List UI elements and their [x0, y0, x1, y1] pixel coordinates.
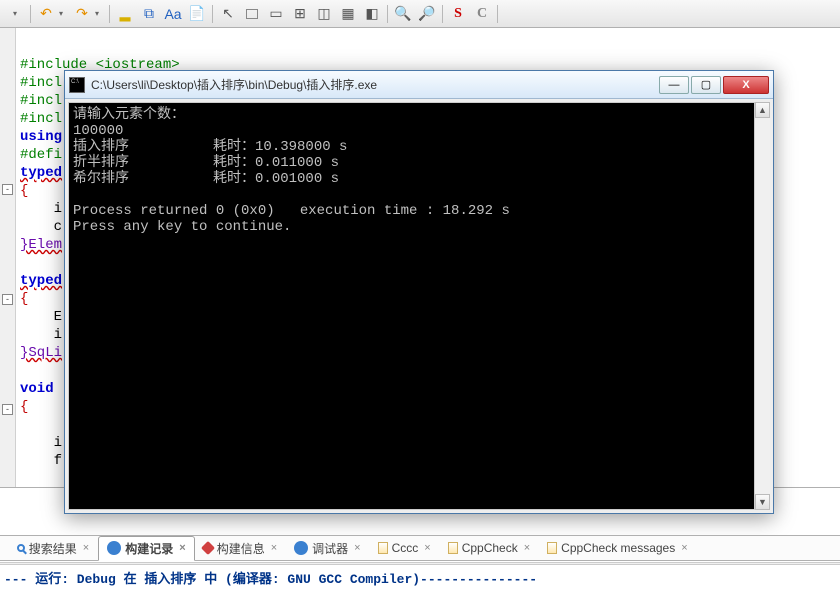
tab-构建记录[interactable]: 构建记录 ×: [98, 536, 194, 561]
tab-CppCheck[interactable]: CppCheck ×: [440, 538, 539, 558]
build-log-line: --- 运行: Debug 在 插入排序 中 (编译器: GNU GCC Com…: [0, 568, 840, 587]
close-button[interactable]: X: [723, 76, 769, 94]
paste-icon[interactable]: 📄: [186, 3, 208, 25]
tab-label: CppCheck messages: [561, 541, 675, 555]
main-toolbar: ▾ ↶ ▾ ↷ ▾ ▂ ⧉ Aa 📄 ↖ ▭ ⊞ ◫ ▦ ◧ 🔍 🔎 S C: [0, 0, 840, 28]
document-icon: [448, 542, 458, 554]
tab-label: 构建信息: [217, 540, 265, 557]
s-button[interactable]: S: [447, 3, 469, 25]
tab-label: CppCheck: [462, 541, 518, 555]
zoom-out-icon[interactable]: 🔎: [416, 3, 438, 25]
fold-toggle-icon[interactable]: -: [2, 294, 13, 305]
dropdown-toggle-icon[interactable]: ▾: [4, 3, 26, 25]
cursor-icon[interactable]: ↖: [217, 3, 239, 25]
tab-CppCheck messages[interactable]: CppCheck messages ×: [539, 538, 697, 558]
console-titlebar[interactable]: C:\Users\li\Desktop\插入排序\bin\Debug\插入排序.…: [65, 71, 773, 99]
console-app-icon: [69, 77, 85, 93]
separator: [109, 5, 110, 23]
tab-label: 调试器: [312, 540, 348, 557]
maximize-button[interactable]: ▢: [691, 76, 721, 94]
copy-icon[interactable]: ⧉: [138, 3, 160, 25]
split-icon[interactable]: ◧: [361, 3, 383, 25]
scroll-down-icon[interactable]: ▼: [755, 494, 770, 510]
grid-icon[interactable]: ▦: [337, 3, 359, 25]
tab-Cccc[interactable]: Cccc ×: [370, 538, 440, 558]
tab-close-icon[interactable]: ×: [354, 542, 360, 554]
rect-icon[interactable]: ▭: [265, 3, 287, 25]
tab-label: Cccc: [392, 541, 419, 555]
separator: [30, 5, 31, 23]
tab-close-icon[interactable]: ×: [524, 542, 530, 554]
document-icon: [547, 542, 557, 554]
c-button[interactable]: C: [471, 3, 493, 25]
separator: [497, 5, 498, 23]
tab-label: 搜索结果: [29, 540, 77, 557]
panes-icon[interactable]: ◫: [313, 3, 335, 25]
tab-构建信息[interactable]: 构建信息 ×: [195, 537, 286, 560]
diamond-icon: [201, 541, 215, 555]
fold-toggle-icon[interactable]: -: [2, 184, 13, 195]
tab-label: 构建记录: [125, 540, 173, 557]
fold-toggle-icon[interactable]: -: [2, 404, 13, 415]
tab-搜索结果[interactable]: 搜索结果 ×: [9, 537, 98, 560]
undo-dropdown-icon[interactable]: ▾: [59, 9, 69, 18]
horizontal-divider: [0, 562, 840, 565]
window-icon[interactable]: ⊞: [289, 3, 311, 25]
text-style-icon[interactable]: Aa: [162, 3, 184, 25]
tab-close-icon[interactable]: ×: [271, 542, 277, 554]
circle-icon: [294, 541, 308, 555]
tab-close-icon[interactable]: ×: [179, 542, 185, 554]
separator: [442, 5, 443, 23]
console-window: C:\Users\li\Desktop\插入排序\bin\Debug\插入排序.…: [64, 70, 774, 514]
highlight-icon[interactable]: ▂: [114, 3, 136, 25]
fold-gutter: - - -: [0, 28, 16, 487]
console-output[interactable]: 请输入元素个数： 100000 插入排序 耗时：10.398000 s 折半排序…: [69, 103, 769, 509]
scroll-up-icon[interactable]: ▲: [755, 102, 770, 118]
redo-icon[interactable]: ↷: [71, 3, 93, 25]
redo-dropdown-icon[interactable]: ▾: [95, 9, 105, 18]
tab-close-icon[interactable]: ×: [681, 542, 687, 554]
search-icon: [17, 544, 25, 552]
separator: [387, 5, 388, 23]
document-icon: [378, 542, 388, 554]
circle-icon: [107, 541, 121, 555]
tab-close-icon[interactable]: ×: [83, 542, 89, 554]
console-scrollbar[interactable]: ▲ ▼: [754, 102, 770, 510]
console-title: C:\Users\li\Desktop\插入排序\bin\Debug\插入排序.…: [91, 76, 659, 93]
tab-调试器[interactable]: 调试器 ×: [286, 537, 369, 560]
select-block-icon[interactable]: [241, 3, 263, 25]
undo-icon[interactable]: ↶: [35, 3, 57, 25]
minimize-button[interactable]: —: [659, 76, 689, 94]
bottom-tab-bar: Blocks× 搜索结果 × 构建记录 × 构建信息 × 调试器 × Cccc × CppCheck ×…: [0, 535, 840, 561]
tab-Blocks[interactable]: Blocks×: [0, 538, 9, 558]
tab-close-icon[interactable]: ×: [424, 542, 430, 554]
separator: [212, 5, 213, 23]
zoom-in-icon[interactable]: 🔍: [392, 3, 414, 25]
